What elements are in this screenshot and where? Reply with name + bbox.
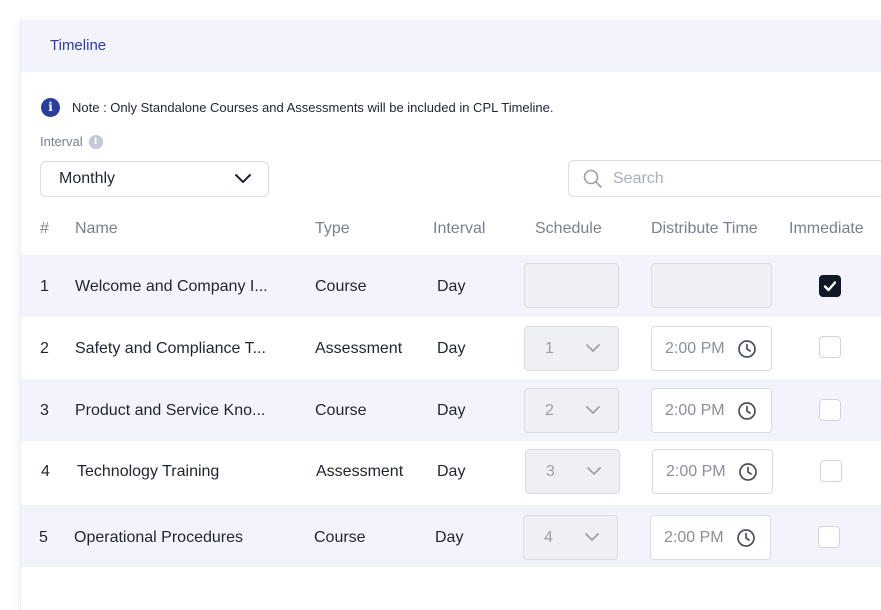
timeline-card: Timeline i Note : Only Standalone Course…: [20, 20, 881, 610]
row-number: 1: [40, 278, 49, 295]
distribute-time-picker[interactable]: 2:00 PM: [651, 388, 772, 433]
column-header-name: Name: [75, 220, 118, 237]
chevron-down-icon: [587, 467, 601, 475]
immediate-checkbox[interactable]: [820, 460, 842, 482]
schedule-value: 2: [545, 402, 554, 419]
row-type: Assessment: [315, 340, 403, 357]
chevron-down-icon: [585, 533, 599, 541]
schedule-value: 4: [544, 529, 553, 546]
table-row: 2 Safety and Compliance T... Assessment …: [21, 317, 881, 379]
row-number: 4: [41, 463, 50, 480]
table-row: 1 Welcome and Company I... Course Day: [21, 255, 881, 317]
search-input[interactable]: [611, 168, 875, 189]
table-row: 4 Technology Training Assessment Day 3 2…: [21, 441, 881, 503]
search-icon: [583, 169, 602, 188]
interval-label: Interval i: [40, 134, 103, 149]
distribute-time-value: 2:00 PM: [664, 529, 724, 546]
row-type: Course: [314, 529, 366, 546]
clock-icon: [737, 529, 755, 547]
row-name: Product and Service Kno...: [75, 402, 266, 419]
immediate-checkbox[interactable]: [819, 399, 841, 421]
row-interval: Day: [437, 278, 466, 295]
note-text: Note : Only Standalone Courses and Asses…: [72, 99, 554, 115]
distribute-time-picker: [651, 263, 772, 308]
note-banner: i Note : Only Standalone Courses and Ass…: [41, 97, 554, 117]
column-header-interval: Interval: [433, 220, 486, 237]
row-type: Assessment: [316, 463, 404, 480]
schedule-select[interactable]: 4: [523, 515, 618, 560]
column-header-number: #: [40, 220, 49, 237]
info-icon: i: [41, 97, 60, 117]
distribute-time-picker[interactable]: 2:00 PM: [650, 515, 771, 560]
interval-select[interactable]: Monthly: [40, 161, 269, 197]
table-row: 5 Operational Procedures Course Day 4 2:…: [21, 505, 881, 567]
clock-icon: [738, 340, 756, 358]
interval-label-text: Interval: [40, 134, 83, 149]
check-icon: [823, 281, 837, 292]
schedule-value: 1: [545, 340, 554, 357]
column-header-immediate: Immediate: [789, 220, 864, 237]
distribute-time-picker[interactable]: 2:00 PM: [652, 449, 773, 494]
row-interval: Day: [435, 529, 464, 546]
distribute-time-value: 2:00 PM: [665, 402, 725, 419]
row-interval: Day: [437, 340, 466, 357]
page-title: Timeline: [50, 37, 107, 54]
row-number: 5: [39, 529, 48, 546]
table-row: 3 Product and Service Kno... Course Day …: [21, 379, 881, 441]
chevron-down-icon: [586, 344, 600, 352]
distribute-time-value: 2:00 PM: [665, 340, 725, 357]
row-name: Technology Training: [77, 463, 220, 480]
chevron-down-icon: [586, 406, 600, 414]
row-type: Course: [315, 402, 367, 419]
clock-icon: [739, 463, 757, 481]
immediate-checkbox[interactable]: [819, 336, 841, 358]
schedule-select[interactable]: 1: [524, 326, 619, 371]
schedule-select[interactable]: 2: [524, 388, 619, 433]
table-header: # Name Type Interval Schedule Distribute…: [21, 220, 881, 240]
distribute-time-value: 2:00 PM: [666, 463, 726, 480]
row-name: Welcome and Company I...: [75, 278, 268, 295]
interval-select-value: Monthly: [59, 170, 116, 187]
column-header-distribute-time: Distribute Time: [651, 220, 758, 237]
row-name: Safety and Compliance T...: [75, 340, 266, 357]
schedule-select: [524, 263, 619, 308]
clock-icon: [738, 402, 756, 420]
immediate-checkbox[interactable]: [818, 526, 840, 548]
search-box[interactable]: [568, 160, 881, 197]
info-icon[interactable]: i: [88, 134, 103, 149]
chevron-down-icon: [235, 174, 251, 183]
row-number: 3: [40, 402, 49, 419]
schedule-value: 3: [546, 463, 555, 480]
row-name: Operational Procedures: [74, 529, 243, 546]
row-number: 2: [40, 340, 49, 357]
row-interval: Day: [437, 463, 466, 480]
row-type: Course: [315, 278, 367, 295]
column-header-type: Type: [315, 220, 350, 237]
distribute-time-picker[interactable]: 2:00 PM: [651, 326, 772, 371]
column-header-schedule: Schedule: [535, 220, 602, 237]
schedule-select[interactable]: 3: [525, 449, 620, 494]
row-interval: Day: [437, 402, 466, 419]
immediate-checkbox[interactable]: [819, 275, 841, 297]
timeline-header: Timeline: [21, 20, 881, 72]
